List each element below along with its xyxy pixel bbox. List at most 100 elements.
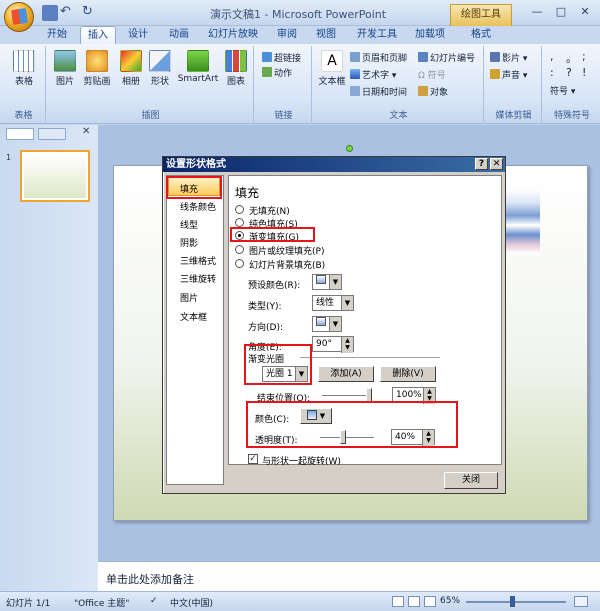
category-textbox[interactable]: 文本框 xyxy=(180,310,207,323)
slide-number-button[interactable]: 幻灯片编号 xyxy=(418,51,475,64)
punct-semicolon[interactable]: ; xyxy=(582,50,586,63)
end-position-input[interactable]: 100% ▲ ▼ xyxy=(392,387,436,404)
category-3d-format[interactable]: 三维格式 xyxy=(180,254,216,267)
clipart-icon xyxy=(86,50,108,72)
punct-exclaim[interactable]: ! xyxy=(582,66,586,79)
maximize-button[interactable]: □ xyxy=(550,3,572,21)
transparency-input[interactable]: 40% ▲ ▼ xyxy=(391,429,435,446)
transparency-slider-thumb[interactable] xyxy=(340,430,346,444)
punct-comma[interactable]: , xyxy=(550,50,554,63)
sound-button[interactable]: 声音 ▾ xyxy=(490,68,527,81)
special-symbols-button[interactable]: 符号 ▾ xyxy=(550,84,575,97)
category-fill[interactable]: 填充 xyxy=(180,182,198,195)
transparency-spinner-icon[interactable]: ▲ ▼ xyxy=(422,430,434,446)
smartart-icon xyxy=(187,50,209,72)
radio-solid-fill[interactable] xyxy=(235,218,244,227)
normal-view-icon[interactable] xyxy=(392,596,404,607)
punct-colon[interactable]: : xyxy=(550,66,554,79)
slide-thumb-number: 1 xyxy=(6,153,12,162)
wordart-button[interactable]: 艺术字 ▾ xyxy=(350,68,396,81)
movie-icon xyxy=(490,52,500,62)
datetime-button[interactable]: 日期和时间 xyxy=(350,85,407,98)
punct-period[interactable]: 。 xyxy=(566,50,577,66)
type-dropdown[interactable]: 线性 ▼ xyxy=(312,295,354,311)
picture-button[interactable]: 图片 xyxy=(50,50,80,87)
minimize-button[interactable]: — xyxy=(526,3,548,21)
album-button[interactable]: 相册 xyxy=(116,50,146,87)
radio-background-fill[interactable] xyxy=(235,259,244,268)
angle-spinner-icon[interactable]: ▲ ▼ xyxy=(341,337,353,353)
dialog-close-icon[interactable]: ✕ xyxy=(490,158,503,170)
tab-addins[interactable]: 加载项 xyxy=(408,26,452,44)
undo-icon[interactable]: ↶ xyxy=(60,5,76,21)
slideshow-view-icon[interactable] xyxy=(424,596,436,607)
spellcheck-icon[interactable]: ✓ xyxy=(150,596,158,606)
table-button[interactable]: 表格 xyxy=(8,50,40,87)
tab-slideshow[interactable]: 幻灯片放映 xyxy=(202,26,264,44)
zoom-slider[interactable] xyxy=(466,601,566,603)
stop-dropdown[interactable]: 光圈 1 ▼ xyxy=(262,366,308,382)
action-icon xyxy=(262,67,272,77)
tab-review[interactable]: 审阅 xyxy=(268,26,306,44)
save-icon[interactable] xyxy=(42,5,58,21)
end-position-track[interactable] xyxy=(322,395,372,397)
category-picture[interactable]: 图片 xyxy=(180,291,198,304)
textbox-button[interactable]: A 文本框 xyxy=(316,50,348,87)
status-bar: 幻灯片 1/1 "Office 主题" ✓ 中文(中国) 65% xyxy=(0,591,600,611)
tab-home[interactable]: 开始 xyxy=(38,26,76,44)
notes-area[interactable]: 单击此处添加备注 xyxy=(98,561,600,591)
tab-view[interactable]: 视图 xyxy=(308,26,344,44)
rotate-with-shape-checkbox[interactable]: ✓ xyxy=(248,454,258,464)
rotation-handle-icon[interactable] xyxy=(346,145,353,152)
transparency-track[interactable] xyxy=(320,437,374,439)
sorter-view-icon[interactable] xyxy=(408,596,420,607)
smartart-button[interactable]: SmartArt xyxy=(176,50,220,84)
category-line-color[interactable]: 线条颜色 xyxy=(180,200,216,213)
angle-input[interactable]: 90° ▲ ▼ xyxy=(312,336,354,353)
tab-design[interactable]: 设计 xyxy=(120,26,156,44)
end-position-spinner-icon[interactable]: ▲ ▼ xyxy=(423,388,435,404)
label-solid-fill: 纯色填充(S) xyxy=(249,220,298,230)
office-button[interactable] xyxy=(4,2,34,32)
radio-picture-fill[interactable] xyxy=(235,245,244,254)
redo-icon[interactable]: ↻ xyxy=(82,5,98,21)
zoom-slider-thumb[interactable] xyxy=(510,596,515,607)
hyperlink-button[interactable]: 超链接 xyxy=(262,51,301,64)
tab-insert[interactable]: 插入 xyxy=(80,26,116,44)
add-stop-button[interactable]: 添加(A) xyxy=(318,366,374,382)
slide-thumbnail[interactable] xyxy=(20,150,90,202)
category-shadow[interactable]: 阴影 xyxy=(180,236,198,249)
color-picker-button[interactable]: ▼ xyxy=(300,408,332,424)
tab-format[interactable]: 格式 xyxy=(458,26,504,44)
category-3d-rotation[interactable]: 三维旋转 xyxy=(180,272,216,285)
delete-stop-button[interactable]: 删除(V) xyxy=(380,366,436,382)
tab-animation[interactable]: 动画 xyxy=(160,26,198,44)
movie-button[interactable]: 影片 ▾ xyxy=(490,51,527,64)
radio-no-fill[interactable] xyxy=(235,205,244,214)
close-window-button[interactable]: ✕ xyxy=(574,3,596,21)
dialog-help-button[interactable]: ? xyxy=(475,158,488,170)
direction-label: 方向(D): xyxy=(248,323,283,333)
header-footer-button[interactable]: 页眉和页脚 xyxy=(350,51,407,64)
radio-gradient-fill[interactable] xyxy=(235,231,244,240)
preset-colors-dropdown[interactable]: ▼ xyxy=(312,274,342,290)
textbox-icon: A xyxy=(321,50,343,72)
close-pane-icon[interactable]: ✕ xyxy=(82,126,90,137)
object-button[interactable]: 对象 xyxy=(418,85,448,98)
chart-button[interactable]: 图表 xyxy=(222,50,250,87)
symbol-button[interactable]: Ω 符号 xyxy=(418,68,446,81)
fit-window-icon[interactable] xyxy=(574,596,588,607)
group-illustrations: 图片 剪贴画 相册 形状 SmartArt 图表 插图 xyxy=(48,46,254,122)
action-button[interactable]: 动作 xyxy=(262,66,292,79)
category-line-style[interactable]: 线型 xyxy=(180,218,198,231)
status-zoom[interactable]: 65% xyxy=(440,596,460,606)
clipart-button[interactable]: 剪贴画 xyxy=(80,50,114,87)
punct-question[interactable]: ? xyxy=(566,66,572,79)
direction-dropdown[interactable]: ▼ xyxy=(312,316,342,332)
tab-developer[interactable]: 开发工具 xyxy=(350,26,404,44)
slides-tab-icon[interactable] xyxy=(6,128,34,140)
outline-tab-icon[interactable] xyxy=(38,128,66,140)
shapes-button[interactable]: 形状 xyxy=(146,50,174,87)
end-position-slider-thumb[interactable] xyxy=(366,388,372,402)
dialog-close-button[interactable]: 关闭 xyxy=(444,472,498,489)
